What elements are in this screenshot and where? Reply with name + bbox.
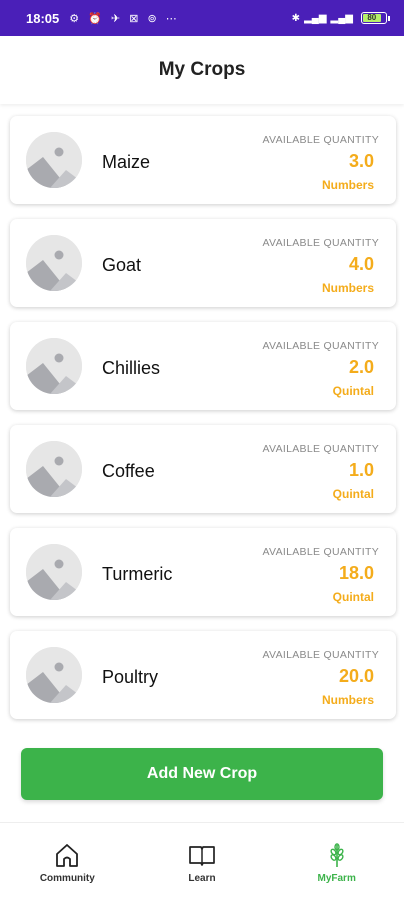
- quantity-unit: Quintal: [332, 384, 374, 398]
- quantity-unit: Quintal: [332, 487, 374, 501]
- nav-item-learn[interactable]: Learn: [135, 823, 270, 900]
- crop-card[interactable]: Chillies AVAILABLE QUANTITY 2.0 Quintal: [10, 322, 396, 410]
- quantity-label: AVAILABLE QUANTITY: [262, 546, 379, 558]
- crop-name: Goat: [102, 255, 142, 275]
- book-icon: [188, 841, 216, 869]
- nav-label: Community: [39, 873, 95, 884]
- quantity-label: AVAILABLE QUANTITY: [262, 649, 379, 661]
- nav-label: Learn: [188, 873, 216, 884]
- quantity-unit: Numbers: [321, 693, 374, 707]
- home-icon: [53, 841, 81, 869]
- image-placeholder-icon: [26, 132, 82, 188]
- page-title: My Crops: [158, 59, 246, 80]
- battery-icon: 80: [361, 12, 390, 24]
- bottom-nav: Community Learn MyFarm: [0, 822, 404, 900]
- crop-name: Turmeric: [102, 564, 173, 584]
- quantity-value: 2.0: [348, 357, 374, 377]
- quantity-label: AVAILABLE QUANTITY: [262, 237, 379, 249]
- crop-name: Poultry: [102, 667, 159, 687]
- image-placeholder-icon: [26, 441, 82, 497]
- crop-name: Maize: [102, 152, 151, 172]
- quantity-value: 3.0: [348, 151, 374, 171]
- image-placeholder-icon: [26, 338, 82, 394]
- crop-card[interactable]: Goat AVAILABLE QUANTITY 4.0 Numbers: [10, 219, 396, 307]
- signal-icon: ▂▄▆: [304, 12, 327, 24]
- image-placeholder-icon: [26, 647, 82, 703]
- crop-name: Chillies: [102, 358, 161, 378]
- image-placeholder-icon: [26, 235, 82, 291]
- status-time: 18:05: [26, 10, 60, 26]
- quantity-label: AVAILABLE QUANTITY: [262, 134, 379, 146]
- crop-card[interactable]: Maize AVAILABLE QUANTITY 3.0 Numbers: [10, 116, 396, 204]
- app-bar: My Crops: [0, 36, 404, 104]
- crop-card[interactable]: Poultry AVAILABLE QUANTITY 20.0 Numbers: [10, 631, 396, 719]
- notification-icons: ⚙ ⏰ ✈ ⊠ ⊚ ⋯: [69, 12, 180, 25]
- nav-item-myfarm[interactable]: MyFarm: [269, 823, 404, 900]
- status-bar: 18:05 ⚙ ⏰ ✈ ⊠ ⊚ ⋯ ✱ ▂▄▆ ▂▄▆ 80: [0, 0, 404, 36]
- add-new-crop-button[interactable]: Add New Crop: [21, 748, 383, 800]
- quantity-value: 20.0: [338, 666, 374, 686]
- wheat-icon: [323, 841, 351, 869]
- crop-name: Coffee: [102, 461, 155, 481]
- quantity-label: AVAILABLE QUANTITY: [262, 443, 379, 455]
- crop-list: Maize AVAILABLE QUANTITY 3.0 Numbers Goa…: [10, 116, 396, 734]
- quantity-value: 1.0: [348, 460, 374, 480]
- quantity-value: 18.0: [338, 563, 374, 583]
- crop-card[interactable]: Turmeric AVAILABLE QUANTITY 18.0 Quintal: [10, 528, 396, 616]
- image-placeholder-icon: [26, 544, 82, 600]
- bluetooth-icon: ✱: [291, 12, 301, 24]
- quantity-unit: Numbers: [321, 178, 374, 192]
- quantity-label: AVAILABLE QUANTITY: [262, 340, 379, 352]
- crop-card[interactable]: Coffee AVAILABLE QUANTITY 1.0 Quintal: [10, 425, 396, 513]
- battery-level: 80: [363, 14, 381, 22]
- nav-item-community[interactable]: Community: [0, 823, 135, 900]
- quantity-unit: Quintal: [332, 590, 374, 604]
- quantity-value: 4.0: [348, 254, 374, 274]
- signal-icon-2: ▂▄▆: [330, 12, 353, 24]
- quantity-unit: Numbers: [321, 281, 374, 295]
- nav-label: MyFarm: [317, 873, 356, 884]
